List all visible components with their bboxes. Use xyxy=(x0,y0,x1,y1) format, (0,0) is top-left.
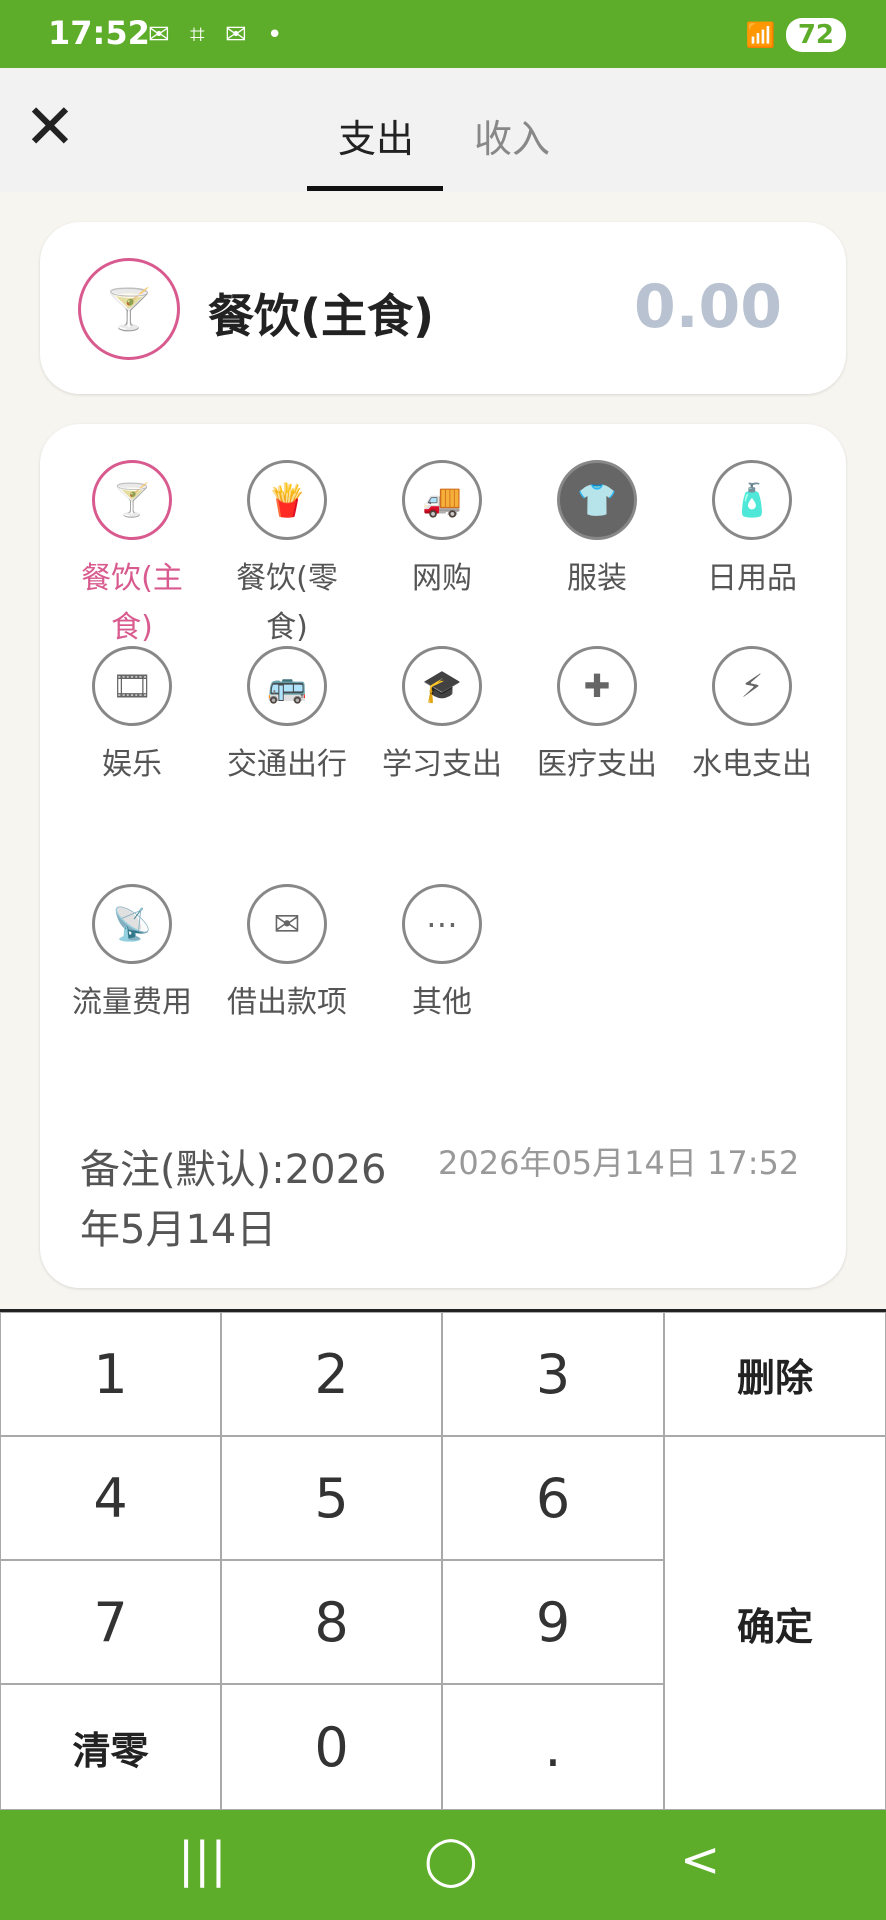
category-label: 网购 xyxy=(412,561,472,596)
amount-display: 0.00 xyxy=(633,272,782,342)
category-label: 服装 xyxy=(567,561,627,596)
category-item-medical[interactable]: ✚ 医疗支出 xyxy=(527,646,667,789)
category-item-dining-snack[interactable]: 🍟 餐饮(零食) xyxy=(217,460,357,652)
category-label: 日用品 xyxy=(707,561,797,596)
cocktail-icon: 🍸 xyxy=(78,258,180,360)
key-2[interactable]: 2 xyxy=(221,1312,442,1436)
delete-button[interactable]: 删除 xyxy=(664,1312,886,1436)
category-item-study[interactable]: 🎓 学习支出 xyxy=(372,646,512,789)
category-item-clothing[interactable]: 👕 服装 xyxy=(527,460,667,603)
close-icon[interactable]: ✕ xyxy=(24,96,76,158)
selected-category-card: 🍸 餐饮(主食) 0.00 xyxy=(40,222,846,394)
clear-button[interactable]: 清零 xyxy=(0,1684,221,1810)
key-5[interactable]: 5 xyxy=(221,1436,442,1560)
key-9[interactable]: 9 xyxy=(442,1560,664,1684)
utility-drop-icon: ⚡ xyxy=(712,646,792,726)
recent-apps-icon[interactable]: ||| xyxy=(178,1832,227,1888)
category-item-online-shopping[interactable]: 🚚 网购 xyxy=(372,460,512,603)
confirm-button[interactable]: 确定 xyxy=(664,1436,886,1810)
note-input[interactable]: 备注(默认):2026年5月14日 xyxy=(80,1140,420,1260)
category-label: 医疗支出 xyxy=(537,747,657,782)
category-label: 娱乐 xyxy=(102,747,162,782)
category-item-loan[interactable]: ✉ 借出款项 xyxy=(217,884,357,1027)
category-label: 借出款项 xyxy=(227,985,347,1020)
category-label: 餐饮(零食) xyxy=(236,561,338,645)
cocktail-icon: 🍸 xyxy=(92,460,172,540)
shirt-icon: 👕 xyxy=(557,460,637,540)
key-8[interactable]: 8 xyxy=(221,1560,442,1684)
key-4[interactable]: 4 xyxy=(0,1436,221,1560)
more-icon: ⋯ xyxy=(402,884,482,964)
note-datetime[interactable]: 2026年05月14日 17:52 xyxy=(438,1138,799,1184)
fries-icon: 🍟 xyxy=(247,460,327,540)
signal-icon: 📶 xyxy=(745,21,776,49)
category-label: 流量费用 xyxy=(72,985,192,1020)
key-0[interactable]: 0 xyxy=(221,1684,442,1810)
key-6[interactable]: 6 xyxy=(442,1436,664,1560)
key-dot[interactable]: . xyxy=(442,1684,664,1810)
category-label: 餐饮(主食) xyxy=(81,561,183,645)
back-icon[interactable]: < xyxy=(680,1832,720,1888)
film-reel-icon: 🎞 xyxy=(92,646,172,726)
category-item-utilities[interactable]: ⚡ 水电支出 xyxy=(682,646,822,789)
number-keypad: 1 2 3 删除 4 5 6 7 8 9 确定 清零 0 . xyxy=(0,1309,886,1812)
category-item-transport[interactable]: 🚌 交通出行 xyxy=(217,646,357,789)
battery-icon: 72 xyxy=(785,18,846,52)
medicine-bottle-icon: ✚ xyxy=(557,646,637,726)
notification-icons: ✉ ⌗ ✉ • xyxy=(148,20,289,50)
category-label: 交通出行 xyxy=(227,747,347,782)
category-item-entertainment[interactable]: 🎞 娱乐 xyxy=(62,646,202,789)
status-time: 17:52 xyxy=(48,14,150,52)
envelope-icon: ✉ xyxy=(247,884,327,964)
status-right: 📶 72 xyxy=(746,18,846,52)
category-item-dining-main[interactable]: 🍸 餐饮(主食) xyxy=(62,460,202,652)
home-icon[interactable]: ◯ xyxy=(424,1832,478,1888)
category-item-other[interactable]: ⋯ 其他 xyxy=(372,884,512,1027)
tab-expense[interactable]: 支出 xyxy=(338,108,414,163)
category-label: 其他 xyxy=(412,985,472,1020)
bus-icon: 🚌 xyxy=(247,646,327,726)
system-nav-bar: ||| ◯ < xyxy=(0,1810,886,1920)
selected-category-name: 餐饮(主食) xyxy=(208,289,435,343)
key-1[interactable]: 1 xyxy=(0,1312,221,1436)
status-bar: 17:52 ✉ ⌗ ✉ • 📶 72 xyxy=(0,0,886,68)
tab-underline xyxy=(307,186,443,191)
graduation-cap-icon: 🎓 xyxy=(402,646,482,726)
toiletries-icon: 🧴 xyxy=(712,460,792,540)
truck-icon: 🚚 xyxy=(402,460,482,540)
category-label: 学习支出 xyxy=(382,747,502,782)
tab-income[interactable]: 收入 xyxy=(474,108,550,163)
category-item-daily-goods[interactable]: 🧴 日用品 xyxy=(682,460,822,603)
router-icon: 📡 xyxy=(92,884,172,964)
category-label: 水电支出 xyxy=(692,747,812,782)
header: ✕ 支出 收入 xyxy=(0,68,886,192)
key-7[interactable]: 7 xyxy=(0,1560,221,1684)
key-3[interactable]: 3 xyxy=(442,1312,664,1436)
category-item-data-fee[interactable]: 📡 流量费用 xyxy=(62,884,202,1027)
